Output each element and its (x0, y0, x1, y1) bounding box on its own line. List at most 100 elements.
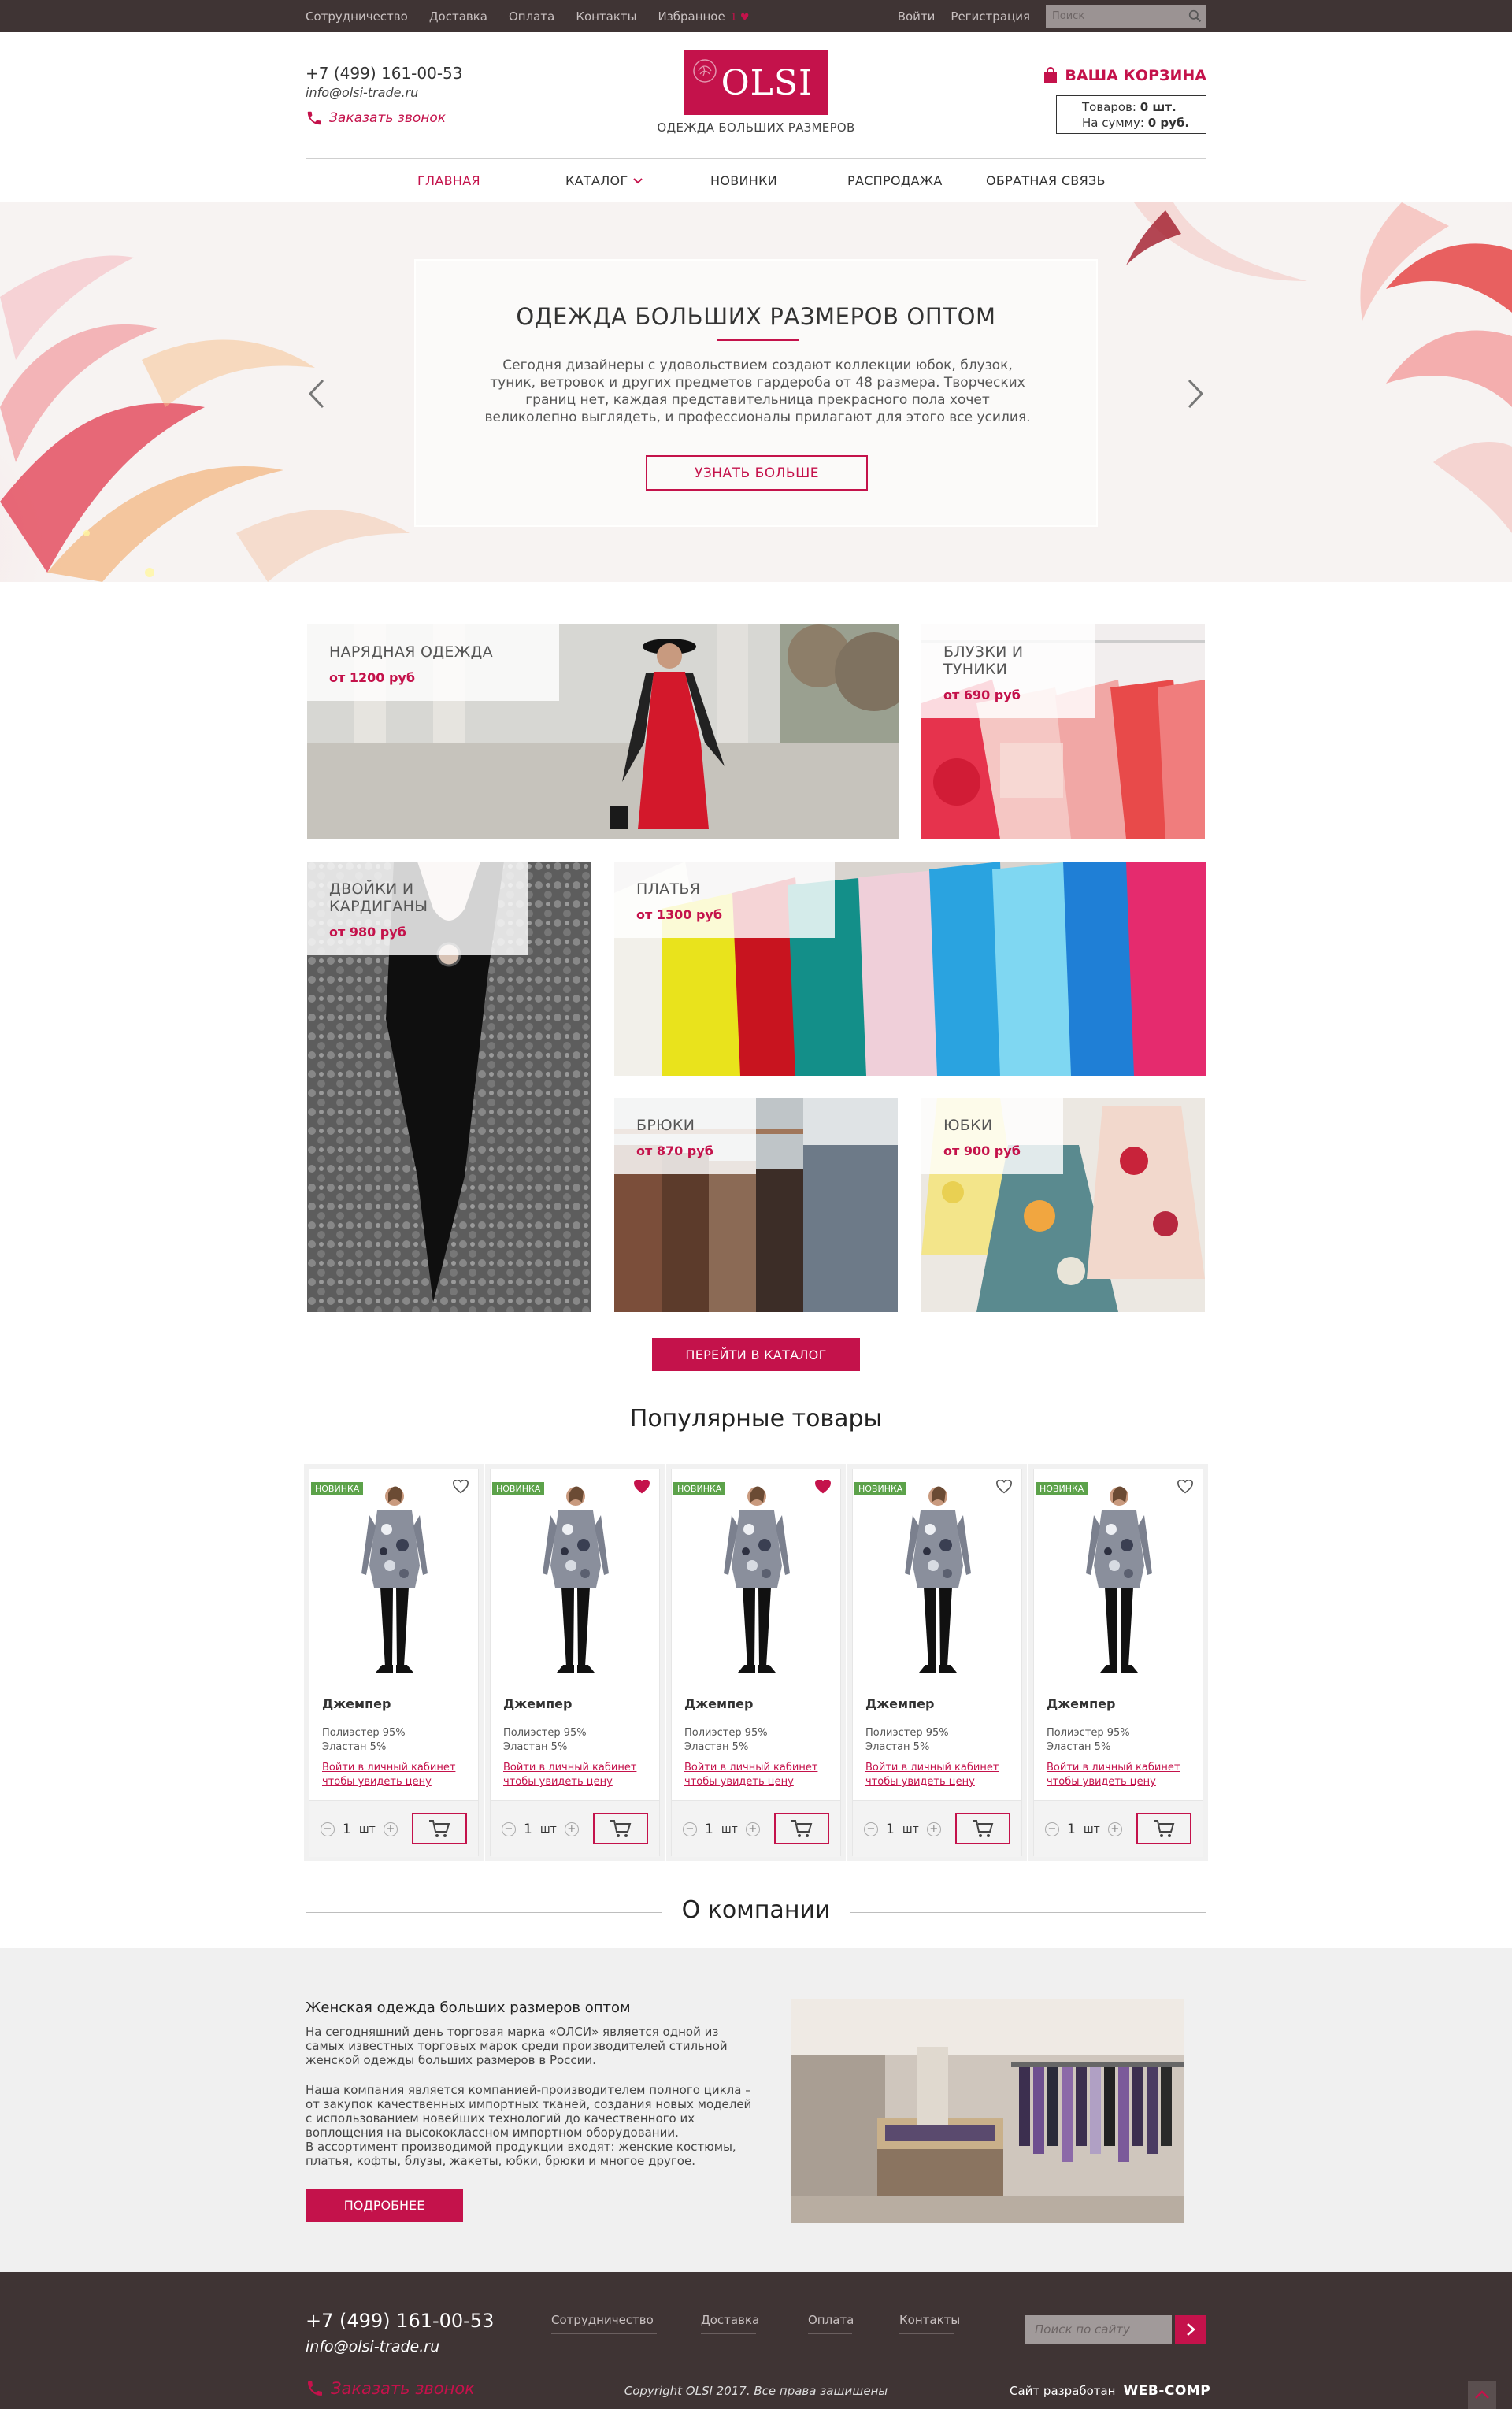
footer-link-contacts[interactable]: Контакты (899, 2313, 960, 2334)
product-name[interactable]: Джемпер (684, 1696, 753, 1711)
footer: +7 (499) 161-00-53 info@olsi-trade.ru За… (0, 2272, 1512, 2409)
add-to-cart-button[interactable] (412, 1813, 467, 1844)
product-card[interactable]: НОВИНКА Джемпер Полиэстер 95% Эластан 5% Вой… (309, 1469, 479, 1857)
minus-icon[interactable]: − (502, 1822, 516, 1836)
plus-icon[interactable]: + (383, 1822, 398, 1836)
cart-summary[interactable]: Товаров: 0 шт. На сумму: 0 руб. (1056, 95, 1206, 134)
footer-link-payment[interactable]: Оплата (808, 2313, 854, 2334)
add-to-cart-button[interactable] (774, 1813, 829, 1844)
nav-new[interactable]: НОВИНКИ (710, 173, 777, 188)
add-to-cart-button[interactable] (955, 1813, 1010, 1844)
category-skirts[interactable]: ЮБКИ от 900 руб (921, 1098, 1205, 1312)
logo[interactable]: OLSI (684, 50, 828, 115)
product-name[interactable]: Джемпер (865, 1696, 934, 1711)
login-to-see-price-link[interactable]: Войти в личный кабинет чтобы увидеть цену (322, 1761, 455, 1789)
learn-more-button[interactable]: УЗНАТЬ БОЛЬШЕ (646, 455, 868, 491)
quantity-value[interactable]: 1 (886, 1822, 895, 1837)
cart-title-label: ВАША КОРЗИНА (1065, 67, 1206, 84)
nav-home[interactable]: ГЛАВНАЯ (417, 173, 480, 188)
product-card[interactable]: НОВИНКА Джемпер Полиэстер 95% Эластан 5% Вой… (1033, 1469, 1203, 1857)
category-trousers[interactable]: БРЮКИ от 870 руб (614, 1098, 898, 1312)
quantity-unit: шт (902, 1823, 919, 1836)
about-title: О компании (681, 1896, 831, 1924)
cart-title[interactable]: ВАША КОРЗИНА (1043, 67, 1206, 84)
top-link-favorites[interactable]: Избранное 1 ♥ (658, 9, 750, 24)
tagline: ОДЕЖДА БОЛЬШИХ РАЗМЕРОВ (657, 120, 855, 135)
category-name: БРЮКИ (636, 1117, 695, 1134)
slider-next-arrow-icon[interactable] (1183, 374, 1206, 413)
quantity-value[interactable]: 1 (343, 1822, 351, 1837)
plus-icon[interactable]: + (564, 1822, 579, 1836)
login-to-see-price-link[interactable]: Войти в личный кабинет чтобы увидеть цену (503, 1761, 636, 1789)
minus-icon[interactable]: − (864, 1822, 878, 1836)
footer-email[interactable]: info@olsi-trade.ru (306, 2338, 439, 2355)
top-search-input[interactable]: Поиск (1046, 5, 1206, 28)
category-dresses[interactable]: ПЛАТЬЯ от 1300 руб (614, 862, 1206, 1076)
category-price: от 1300 руб (636, 907, 722, 922)
product-name[interactable]: Джемпер (1047, 1696, 1115, 1711)
product-card[interactable]: НОВИНКА Джемпер Полиэстер 95% Эластан 5% Вой… (490, 1469, 660, 1857)
footer-search-input[interactable]: Поиск по сайту (1025, 2315, 1172, 2344)
add-to-cart-button[interactable] (1136, 1813, 1191, 1844)
category-price: от 900 руб (943, 1143, 1021, 1158)
product-card[interactable]: НОВИНКА Джемпер Полиэстер 95% Эластан 5% Вой… (671, 1469, 841, 1857)
quantity-value[interactable]: 1 (1067, 1822, 1076, 1837)
category-blouses[interactable]: БЛУЗКИ И ТУНИКИ от 690 руб (921, 624, 1205, 839)
cart-items-label: Товаров: (1082, 100, 1136, 114)
plus-icon[interactable]: + (926, 1822, 941, 1836)
quantity-unit: шт (721, 1823, 738, 1836)
footer-phone[interactable]: +7 (499) 161-00-53 (306, 2310, 494, 2332)
minus-icon[interactable]: − (1045, 1822, 1059, 1836)
top-link-contacts[interactable]: Контакты (576, 9, 636, 24)
nav-sale[interactable]: РАСПРОДАЖА (847, 173, 943, 188)
nav-feedback[interactable]: ОБРАТНАЯ СВЯЗЬ (986, 173, 1106, 188)
developer-label: Сайт разработан (1010, 2384, 1116, 2398)
search-icon[interactable] (1188, 9, 1202, 23)
header-phone[interactable]: +7 (499) 161-00-53 (306, 64, 462, 83)
developer-credit[interactable]: Сайт разработан WEB-COMP (1010, 2383, 1210, 2399)
callback-link[interactable]: Заказать звонок (306, 109, 446, 127)
more-button[interactable]: ПОДРОБНЕЕ (306, 2189, 463, 2222)
header-email[interactable]: info@olsi-trade.ru (306, 85, 418, 100)
product-image (543, 1486, 609, 1673)
product-name[interactable]: Джемпер (322, 1696, 391, 1711)
quantity-value[interactable]: 1 (524, 1822, 532, 1837)
favorite-heart-icon[interactable] (996, 1480, 1012, 1494)
nav-catalog[interactable]: КАТАЛОГ (565, 173, 643, 188)
favorite-heart-icon[interactable] (815, 1480, 831, 1494)
category-price: от 690 руб (943, 687, 1021, 702)
product-composition-2: Эластан 5% (684, 1741, 749, 1753)
top-link-delivery[interactable]: Доставка (429, 9, 487, 24)
footer-search-button[interactable] (1175, 2315, 1206, 2344)
go-to-catalog-button[interactable]: ПЕРЕЙТИ В КАТАЛОГ (652, 1338, 860, 1371)
top-links: Сотрудничество Доставка Оплата Контакты … (306, 0, 750, 32)
minus-icon[interactable]: − (321, 1822, 335, 1836)
footer-link-delivery[interactable]: Доставка (701, 2313, 759, 2334)
product-card[interactable]: НОВИНКА Джемпер Полиэстер 95% Эластан 5% Вой… (852, 1469, 1022, 1857)
favorite-heart-icon[interactable] (453, 1480, 469, 1494)
product-actions: −1 шт + (1034, 1800, 1203, 1857)
favorite-heart-icon[interactable] (634, 1480, 650, 1494)
scroll-top-button[interactable] (1468, 2381, 1496, 2409)
plus-icon[interactable]: + (1107, 1822, 1122, 1836)
login-to-see-price-link[interactable]: Войти в личный кабинет чтобы увидеть цену (865, 1761, 999, 1789)
category-evening-wear[interactable]: НАРЯДНАЯ ОДЕЖДА от 1200 руб (307, 624, 899, 839)
slider-prev-arrow-icon[interactable] (306, 374, 329, 413)
add-to-cart-button[interactable] (593, 1813, 648, 1844)
about-paragraph-2: Наша компания является компанией-произво… (306, 2083, 752, 2140)
cart-icon (791, 1820, 813, 1837)
register-link[interactable]: Регистрация (951, 9, 1030, 24)
login-link[interactable]: Войти (898, 9, 936, 24)
footer-link-cooperation[interactable]: Сотрудничество (551, 2313, 657, 2334)
product-name[interactable]: Джемпер (503, 1696, 572, 1711)
top-link-cooperation[interactable]: Сотрудничество (306, 9, 408, 24)
favorite-heart-icon[interactable] (1177, 1480, 1193, 1494)
category-twinsets[interactable]: ДВОЙКИ И КАРДИГАНЫ от 980 руб (307, 862, 591, 1312)
login-to-see-price-link[interactable]: Войти в личный кабинет чтобы увидеть цену (1047, 1761, 1180, 1789)
login-to-see-price-link[interactable]: Войти в личный кабинет чтобы увидеть цену (684, 1761, 817, 1789)
minus-icon[interactable]: − (683, 1822, 697, 1836)
top-link-payment[interactable]: Оплата (509, 9, 554, 24)
quantity-value[interactable]: 1 (705, 1822, 713, 1837)
plus-icon[interactable]: + (745, 1822, 760, 1836)
category-name: ЮБКИ (943, 1117, 993, 1134)
